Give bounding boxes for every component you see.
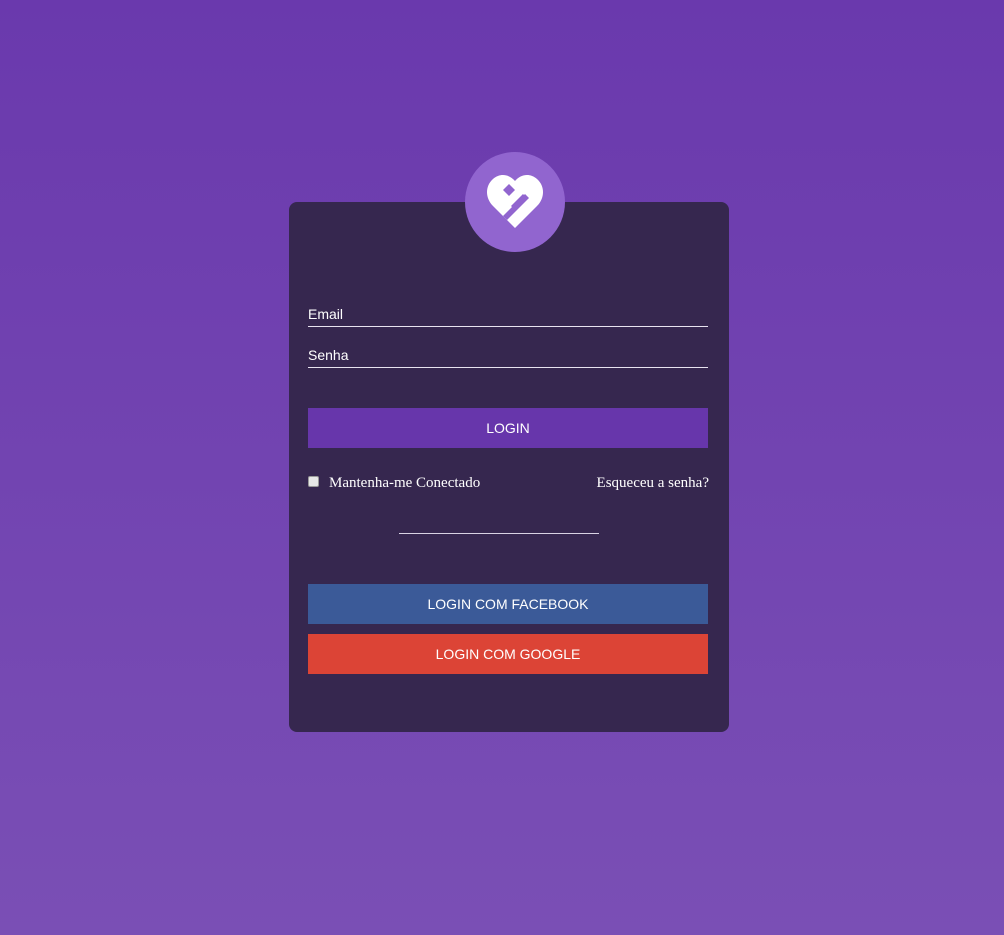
login-options: Mantenha-me Conectado Esqueceu a senha? [308, 475, 709, 495]
password-field[interactable] [308, 344, 708, 366]
forgot-password-link[interactable]: Esqueceu a senha? [597, 475, 709, 492]
remember-me-checkbox[interactable] [308, 475, 319, 487]
logo [465, 152, 565, 252]
password-field-wrapper [308, 344, 708, 368]
email-field[interactable] [308, 303, 708, 325]
facebook-login-button[interactable]: LOGIN COM FACEBOOK [308, 584, 708, 624]
remember-me[interactable]: Mantenha-me Conectado [308, 475, 480, 492]
login-button[interactable]: LOGIN [308, 408, 708, 448]
heart-logo-icon [487, 175, 543, 228]
google-login-button[interactable]: LOGIN COM GOOGLE [308, 634, 708, 674]
email-field-wrapper [308, 303, 708, 327]
remember-me-label: Mantenha-me Conectado [329, 475, 481, 491]
divider [399, 533, 599, 534]
login-card: LOGIN Mantenha-me Conectado Esqueceu a s… [289, 202, 729, 732]
